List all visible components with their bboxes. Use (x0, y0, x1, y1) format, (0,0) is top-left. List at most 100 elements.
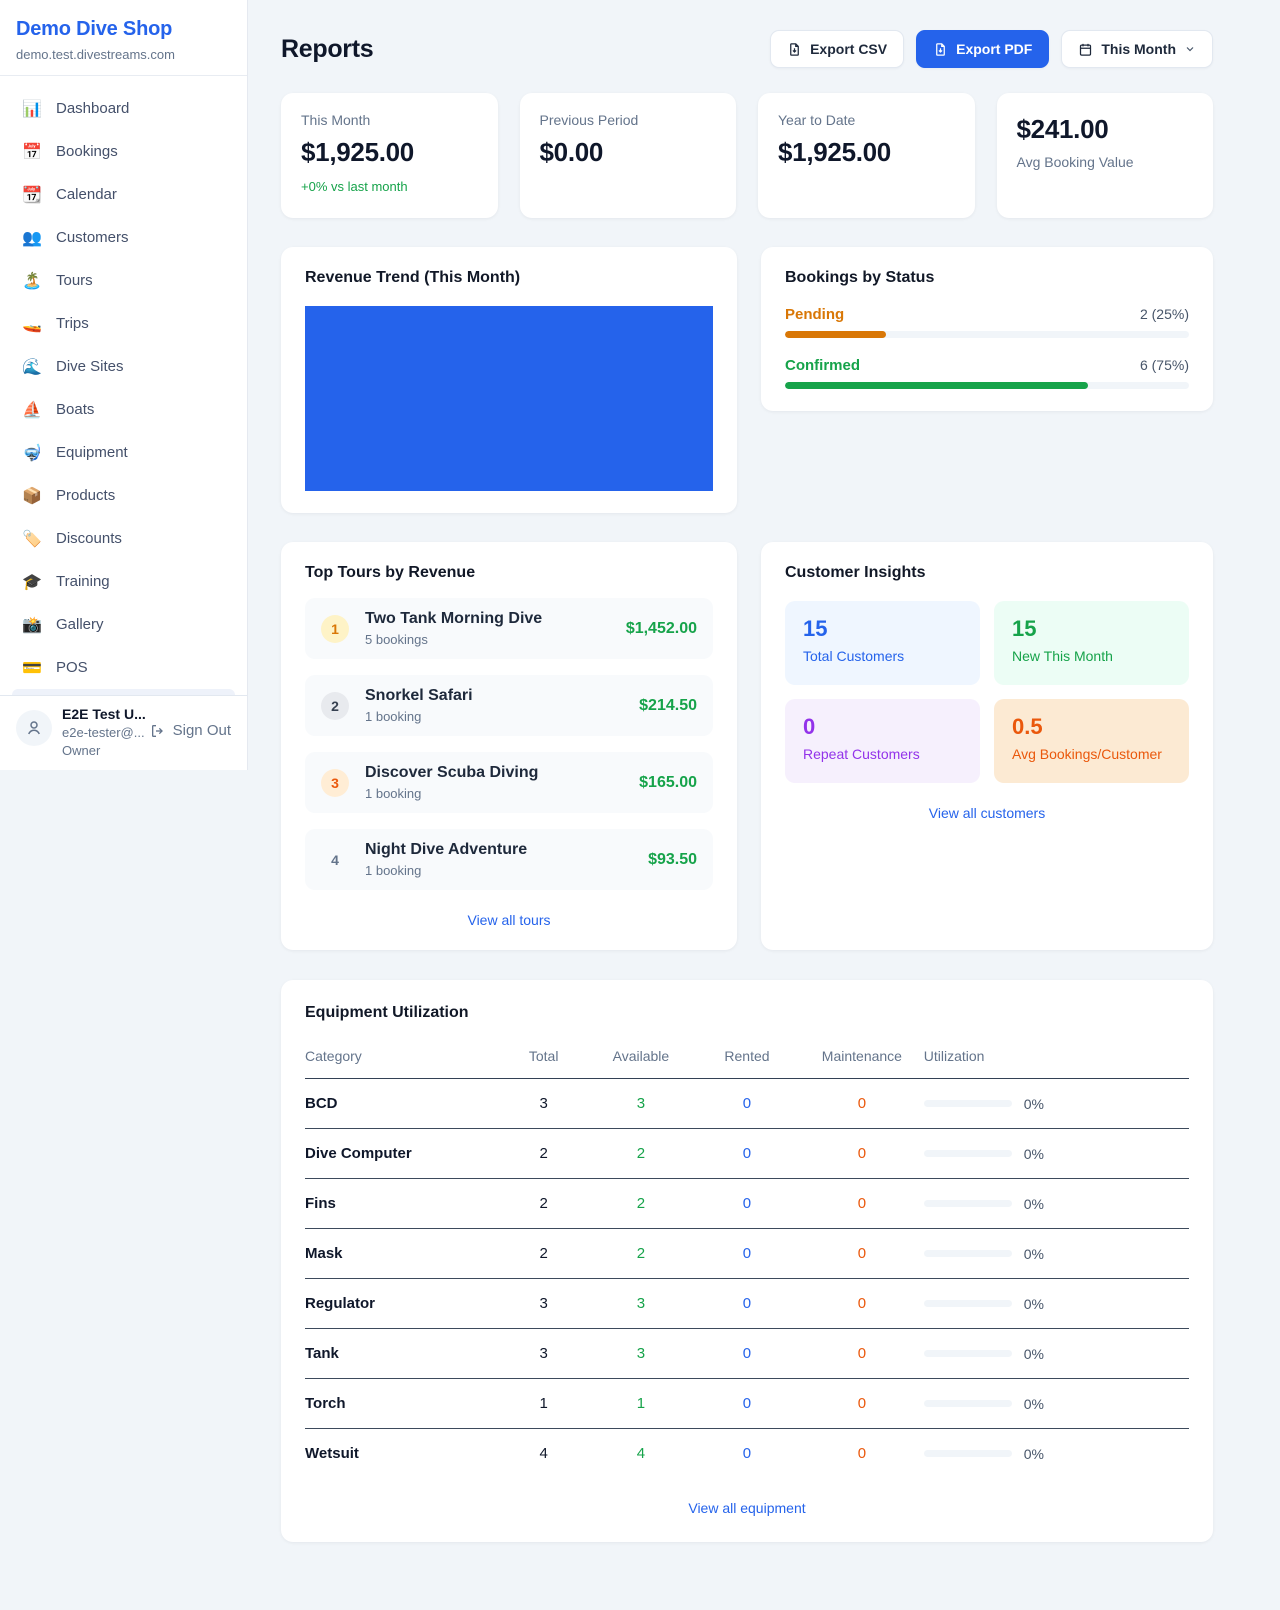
sidebar-item-bookings[interactable]: 📅 Bookings (12, 130, 235, 173)
equipment-available: 3 (588, 1329, 694, 1379)
tile-avg-bookings-customer: 0.5 Avg Bookings/Customer (994, 699, 1189, 783)
tour-name: Discover Scuba Diving (365, 764, 538, 782)
sidebar-item-customers[interactable]: 👥 Customers (12, 216, 235, 259)
revenue-trend-title: Revenue Trend (This Month) (305, 269, 713, 287)
rank-badge: 2 (321, 692, 349, 720)
tear-off-calendar-icon: 📆 (22, 185, 42, 205)
col-header-total: Total (499, 1036, 587, 1079)
tour-revenue: $165.00 (639, 774, 697, 792)
stat-card-avg-booking-value: $241.00 Avg Booking Value (997, 93, 1214, 218)
sidebar-item-label: Bookings (56, 143, 118, 160)
col-header-rented: Rented (694, 1036, 800, 1079)
equipment-total: 2 (499, 1179, 587, 1229)
sidebar-item-discounts[interactable]: 🏷️ Discounts (12, 517, 235, 560)
sidebar-item-label: Equipment (56, 444, 128, 461)
equipment-available: 2 (588, 1179, 694, 1229)
equipment-available: 2 (588, 1129, 694, 1179)
sidebar-item-trips[interactable]: 🚤 Trips (12, 302, 235, 345)
status-label: Pending (785, 306, 844, 323)
sidebar-item-tours[interactable]: 🏝️ Tours (12, 259, 235, 302)
export-pdf-label: Export PDF (956, 41, 1032, 57)
equipment-total: 3 (499, 1329, 587, 1379)
sidebar-item-products[interactable]: 📦 Products (12, 474, 235, 517)
tour-revenue: $93.50 (648, 851, 697, 869)
header-actions: Export CSV Export PDF This Month (770, 30, 1213, 68)
sidebar-item-dashboard[interactable]: 📊 Dashboard (12, 87, 235, 130)
view-all-equipment-link[interactable]: View all equipment (305, 1500, 1189, 1516)
island-icon: 🏝️ (22, 271, 42, 291)
sidebar-item-label: Products (56, 487, 115, 504)
stat-value: $1,925.00 (301, 137, 478, 168)
sidebar-item-label: Discounts (56, 530, 122, 547)
sidebar-item-boats[interactable]: ⛵ Boats (12, 388, 235, 431)
person-icon (25, 719, 43, 737)
utilization-bar (924, 1300, 1012, 1307)
export-csv-button[interactable]: Export CSV (770, 30, 904, 68)
user-footer: E2E Test U... e2e-tester@... Owner Sign … (0, 695, 247, 770)
equipment-table: Category Total Available Rented Maintena… (305, 1036, 1189, 1478)
sign-out-button[interactable]: Sign Out (150, 722, 231, 739)
sidebar-item-label: POS (56, 659, 88, 676)
sidebar-item-label: Dive Sites (56, 358, 124, 375)
utilization-label: 0% (1024, 1246, 1044, 1262)
utilization-cell: 0% (924, 1196, 1189, 1212)
diving-mask-icon: 🤿 (22, 443, 42, 463)
equipment-available: 2 (588, 1229, 694, 1279)
sidebar-item-dive-sites[interactable]: 🌊 Dive Sites (12, 345, 235, 388)
page-header: Reports Export CSV Export PDF This Month (281, 30, 1213, 68)
utilization-label: 0% (1024, 1296, 1044, 1312)
tile-repeat-customers: 0 Repeat Customers (785, 699, 980, 783)
tile-value: 15 (1012, 616, 1171, 642)
equipment-available: 4 (588, 1429, 694, 1479)
graduation-cap-icon: 🎓 (22, 572, 42, 592)
equipment-total: 1 (499, 1379, 587, 1429)
tile-value: 0.5 (1012, 714, 1171, 740)
customer-insights-card: Customer Insights 15 Total Customers 15 … (761, 542, 1213, 950)
revenue-trend-card: Revenue Trend (This Month) (281, 247, 737, 513)
sidebar-item-equipment[interactable]: 🤿 Equipment (12, 431, 235, 474)
credit-card-icon: 💳 (22, 658, 42, 678)
page-title: Reports (281, 35, 373, 64)
status-label: Confirmed (785, 357, 860, 374)
status-count: 6 (75%) (1140, 357, 1189, 373)
calendar-date-icon: 📅 (22, 142, 42, 162)
export-pdf-button[interactable]: Export PDF (916, 30, 1049, 68)
tile-label: Avg Bookings/Customer (1012, 746, 1171, 762)
tile-new-this-month: 15 New This Month (994, 601, 1189, 685)
col-header-available: Available (588, 1036, 694, 1079)
utilization-bar (924, 1200, 1012, 1207)
status-count: 2 (25%) (1140, 306, 1189, 322)
sidebar-item-label: Calendar (56, 186, 117, 203)
sidebar-item-training[interactable]: 🎓 Training (12, 560, 235, 603)
equipment-rented: 0 (694, 1279, 800, 1329)
user-email: e2e-tester@... (62, 725, 140, 740)
tour-name: Snorkel Safari (365, 687, 473, 705)
utilization-cell: 0% (924, 1246, 1189, 1262)
tour-bookings: 1 booking (365, 709, 473, 724)
sidebar-item-pos[interactable]: 💳 POS (12, 646, 235, 689)
user-name: E2E Test U... (62, 706, 140, 722)
user-meta: E2E Test U... e2e-tester@... Owner (62, 706, 140, 758)
status-row-confirmed: Confirmed 6 (75%) (785, 357, 1189, 389)
equipment-available: 3 (588, 1079, 694, 1129)
tile-label: New This Month (1012, 648, 1171, 664)
export-csv-label: Export CSV (810, 41, 887, 57)
utilization-label: 0% (1024, 1346, 1044, 1362)
sidebar-item-label: Boats (56, 401, 94, 418)
chevron-down-icon (1184, 43, 1196, 55)
utilization-cell: 0% (924, 1296, 1189, 1312)
sidebar-item-gallery[interactable]: 📸 Gallery (12, 603, 235, 646)
utilization-bar (924, 1100, 1012, 1107)
sign-out-label: Sign Out (173, 722, 231, 739)
view-all-tours-link[interactable]: View all tours (305, 912, 713, 928)
view-all-customers-link[interactable]: View all customers (785, 805, 1189, 821)
sidebar-item-label: Tours (56, 272, 93, 289)
table-row: Regulator 3 3 0 0 0% (305, 1279, 1189, 1329)
sailboat-icon: ⛵ (22, 400, 42, 420)
equipment-available: 3 (588, 1279, 694, 1329)
sidebar-item-calendar[interactable]: 📆 Calendar (12, 173, 235, 216)
period-dropdown[interactable]: This Month (1061, 30, 1213, 68)
tour-name: Night Dive Adventure (365, 841, 527, 859)
utilization-cell: 0% (924, 1146, 1189, 1162)
user-role: Owner (62, 743, 140, 758)
